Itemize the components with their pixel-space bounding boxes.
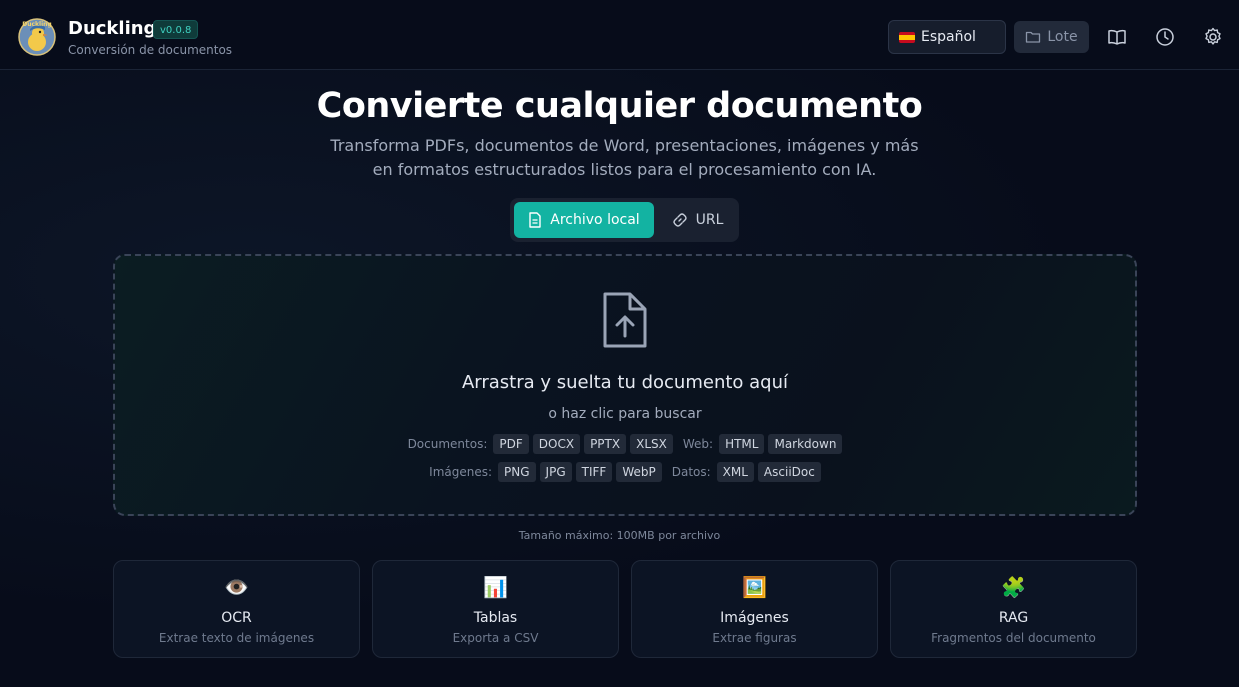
app-subtitle: Conversión de documentos [68,43,233,57]
puzzle-icon: 🧩 [1001,575,1026,599]
format-chip: DOCX [532,434,581,454]
format-chip: PNG [498,462,536,482]
feature-title: Imágenes [720,610,789,626]
feature-description: Extrae figuras [712,631,797,645]
data-label: Datos: [671,465,711,479]
history-clock-icon[interactable] [1155,27,1175,47]
page-title: Convierte cualquier documento [316,86,923,126]
folder-icon [1026,31,1041,43]
file-dropzone[interactable]: Arrastra y suelta tu documento aquí o ha… [113,254,1137,516]
book-open-icon[interactable] [1107,27,1127,47]
feature-card-tables: 📊 Tablas Exporta a CSV [372,560,619,658]
format-chip: PPTX [584,434,627,454]
format-chip: Markdown [768,434,843,454]
format-chip: XML [716,462,754,482]
feature-card-images: 🖼️ Imágenes Extrae figuras [631,560,878,658]
tab-url-label: URL [695,212,724,228]
feature-description: Extrae texto de imágenes [158,631,315,645]
page-subtitle: Transforma PDFs, documentos de Word, pre… [330,136,919,179]
feature-description: Fragmentos del documento [931,631,1096,645]
app-name: Duckling [68,18,157,39]
format-chip: AsciiDoc [757,462,821,482]
feature-card-ocr: 👁️ OCR Extrae texto de imágenes [113,560,360,658]
logo-text: Duckling [22,21,51,28]
web-label: Web: [682,437,714,451]
max-size-note: Tamaño máximo: 100MB por archivo [518,529,721,542]
format-chip: XLSX [630,434,673,454]
file-text-icon [529,212,541,228]
format-chip: TIFF [575,462,613,482]
format-row-images-data: Imágenes: PNG JPG TIFF WebP Datos: XML A… [115,462,1135,482]
feature-card-rag: 🧩 RAG Fragmentos del documento [890,560,1137,658]
gear-icon[interactable] [1203,27,1223,47]
format-chip: JPG [539,462,572,482]
duckling-logo: Duckling [18,18,56,56]
batch-label: Lote [1047,29,1078,45]
format-chip: PDF [493,434,529,454]
language-label: Español [921,29,976,45]
documents-label: Documentos: [407,437,488,451]
format-chip: WebP [616,462,662,482]
app-header: Duckling Duckling v0.0.8 Conversión de d… [0,0,1239,70]
source-tabs: Archivo local URL [510,198,739,242]
bar-chart-icon: 📊 [483,575,508,599]
eye-icon: 👁️ [224,575,249,599]
language-select[interactable]: Español [888,20,1006,54]
tab-local-file[interactable]: Archivo local [514,202,654,238]
images-label: Imágenes: [429,465,493,479]
file-upload-icon [603,292,647,348]
feature-title: RAG [998,610,1029,626]
format-row-documents-web: Documentos: PDF DOCX PPTX XLSX Web: HTML… [115,434,1135,454]
feature-title: OCR [221,610,252,626]
format-chip: HTML [719,434,765,454]
feature-title: Tablas [473,610,518,626]
version-badge: v0.0.8 [153,20,199,39]
framed-picture-icon: 🖼️ [742,575,767,599]
tab-local-label: Archivo local [550,212,640,228]
batch-button[interactable]: Lote [1014,21,1089,53]
feature-description: Exporta a CSV [452,631,539,645]
dropzone-title: Arrastra y suelta tu documento aquí [461,372,789,393]
tab-url[interactable]: URL [660,202,735,238]
link-icon [672,213,687,227]
dropzone-subtitle: o haz clic para buscar [548,406,702,422]
app-window: Duckling Duckling v0.0.8 Conversión de d… [0,0,1239,687]
spain-flag-icon [899,31,915,43]
